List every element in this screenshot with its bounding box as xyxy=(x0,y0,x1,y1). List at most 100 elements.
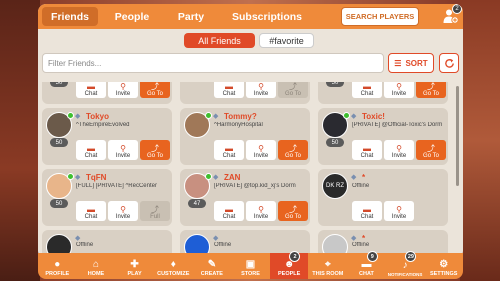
shirt-icon: ♦ xyxy=(170,259,176,270)
goto-button[interactable]: ⤴ Go To xyxy=(278,140,308,160)
goto-icon: ⤴ xyxy=(151,82,159,91)
search-players-button[interactable]: SEARCH PLAYERS xyxy=(341,7,419,26)
nav-notifications[interactable]: ♪ NOTIFICATIONS 29 xyxy=(386,251,425,279)
friend-card-tokyo[interactable]: 50 ◆ Tokyo ^TheEmpireEvolved ▬ Chat ⚲ Invi… xyxy=(42,108,172,165)
goto-icon: ⤴ xyxy=(289,205,297,214)
bell-icon: ♪ xyxy=(402,260,408,271)
refresh-button[interactable] xyxy=(439,53,459,73)
chat-button[interactable]: ▬ Chat xyxy=(76,201,106,221)
goto-icon: ⤴ xyxy=(151,144,159,153)
online-indicator xyxy=(343,112,350,119)
nav-customize[interactable]: ♦ CUSTOMIZE xyxy=(154,253,193,279)
chat-button[interactable]: ▬ Chat xyxy=(352,201,382,221)
chat-icon: ▬ xyxy=(87,82,95,91)
chat-label: Chat xyxy=(84,214,98,220)
goto-button[interactable]: ⤴ Go To xyxy=(416,140,446,160)
nav-profile[interactable]: ● PROFILE xyxy=(38,253,77,279)
chat-button[interactable]: ▬ Chat xyxy=(76,82,106,98)
invite-button[interactable]: ⚲ Invite xyxy=(384,140,414,160)
filter-all-friends[interactable]: All Friends xyxy=(184,33,255,48)
background-left xyxy=(0,0,40,281)
invite-icon: ⚲ xyxy=(120,205,126,214)
goto-label: Full xyxy=(150,214,160,220)
gear-icon: ⚙ xyxy=(439,259,449,270)
nav-label: CHAT xyxy=(359,271,374,277)
friend-card[interactable]: 50 ▬ Chat ⚲ Invite ⤴ Go To xyxy=(42,82,172,104)
goto-button[interactable]: ⤴ Go To xyxy=(278,201,308,221)
nav-this-room[interactable]: ⌖ THIS ROOM xyxy=(308,253,347,279)
chat-button[interactable]: ▬ Chat xyxy=(76,140,106,160)
friend-card-tommy[interactable]: ◆ Tommy? ^HarmonyHospital ▬ Chat ⚲ Invite … xyxy=(180,108,310,165)
player-tag-icon: ◆ xyxy=(351,113,357,120)
friend-card[interactable]: ▬ Chat ⚲ Invite ⤴ Go To xyxy=(180,82,310,104)
friend-status: [FULL] [PRIVATE] ^RecCenter xyxy=(76,183,157,189)
scrollbar[interactable] xyxy=(456,86,459,186)
invite-label: Invite xyxy=(253,153,269,159)
friend-card-zan[interactable]: 47 ◆ ZAN [PRIVATE] @top.kid_xj's Dorm ▬ C… xyxy=(180,169,310,226)
tab-people[interactable]: People xyxy=(106,7,158,26)
invite-icon: ⚲ xyxy=(120,82,126,91)
invite-button[interactable]: ⚲ Invite xyxy=(384,82,414,98)
chat-button[interactable]: ▬ Chat xyxy=(214,201,244,221)
friends-panel: Friends People Party Subscriptions SEARC… xyxy=(38,4,463,259)
chat-button[interactable]: ▬ Chat xyxy=(352,82,382,98)
friend-status: ^HarmonyHospital xyxy=(214,122,263,128)
invite-icon: ⚲ xyxy=(396,144,402,153)
friend-status: Offline xyxy=(214,242,232,248)
add-friend-button[interactable]: 2 xyxy=(441,4,462,26)
filter-friends-input[interactable] xyxy=(42,53,384,73)
nav-label: STORE xyxy=(241,271,260,277)
background-right xyxy=(460,0,500,281)
player-tag-icon: ◆ xyxy=(75,235,81,242)
people-badge: 2 xyxy=(289,251,301,262)
invite-button[interactable]: ⚲ Invite xyxy=(384,201,414,221)
friend-card-toxic[interactable]: 50 ◆ Toxic! [PRIVATE] @Official-Toxic's … xyxy=(318,108,448,165)
friend-card-offline[interactable]: DK RZ ◆ * Offline ▬ Chat ⚲ Invite xyxy=(318,169,448,226)
goto-button-disabled: ⤴ Go To xyxy=(278,82,308,98)
goto-button[interactable]: ⤴ Go To xyxy=(140,82,170,98)
invite-label: Invite xyxy=(115,214,131,220)
filter-favorite[interactable]: #favorite xyxy=(259,33,314,48)
home-icon: ⌂ xyxy=(92,259,99,270)
gamepad-icon: ✚ xyxy=(130,259,139,270)
nav-chat[interactable]: ▬ CHAT 9 xyxy=(347,251,386,279)
chat-icon: ▬ xyxy=(87,205,95,214)
friend-card[interactable]: 50 ▬ Chat ⚲ Invite ⤴ Go To xyxy=(318,82,448,104)
invite-button[interactable]: ⚲ Invite xyxy=(108,82,138,98)
chat-label: Chat xyxy=(84,91,98,97)
friend-status: [PRIVATE] @top.kid_xj's Dorm xyxy=(214,183,296,189)
invite-button[interactable]: ⚲ Invite xyxy=(108,201,138,221)
online-indicator xyxy=(67,173,74,180)
tab-subscriptions[interactable]: Subscriptions xyxy=(224,7,310,26)
goto-button[interactable]: ⤴ Go To xyxy=(140,140,170,160)
friend-name: Tokyo xyxy=(86,112,109,121)
goto-label: Go To xyxy=(147,91,163,97)
nav-store[interactable]: ▣ STORE xyxy=(231,253,270,279)
sort-label: SORT xyxy=(405,58,428,68)
notifications-badge: 29 xyxy=(405,251,417,262)
invite-icon: ⚲ xyxy=(120,144,126,153)
nav-settings[interactable]: ⚙ SETTINGS xyxy=(424,253,463,279)
sort-icon: ☰ xyxy=(394,58,402,68)
invite-button[interactable]: ⚲ Invite xyxy=(246,82,276,98)
invite-button[interactable]: ⚲ Invite xyxy=(246,201,276,221)
friend-card-tqfn[interactable]: 50 ◆ TqFN [FULL] [PRIVATE] ^RecCenter ▬ C… xyxy=(42,169,172,226)
chat-button[interactable]: ▬ Chat xyxy=(352,140,382,160)
invite-button[interactable]: ⚲ Invite xyxy=(246,140,276,160)
chat-button[interactable]: ▬ Chat xyxy=(214,82,244,98)
nav-play[interactable]: ✚ PLAY xyxy=(115,253,154,279)
nav-create[interactable]: ✎ CREATE xyxy=(193,253,232,279)
tab-party[interactable]: Party xyxy=(166,7,216,26)
goto-label: Go To xyxy=(285,214,301,220)
goto-button[interactable]: ⤴ Go To xyxy=(416,82,446,98)
nav-home[interactable]: ⌂ HOME xyxy=(77,253,116,279)
player-tag-icon: ◆ xyxy=(351,235,357,242)
nav-people[interactable]: ☻ PEOPLE 2 xyxy=(269,251,309,279)
invite-button[interactable]: ⚲ Invite xyxy=(108,140,138,160)
chat-button[interactable]: ▬ Chat xyxy=(214,140,244,160)
tab-friends[interactable]: Friends xyxy=(42,7,98,26)
level-badge: 50 xyxy=(326,138,344,147)
chat-badge: 9 xyxy=(366,251,378,262)
room-icon: ⌖ xyxy=(324,259,331,270)
sort-button[interactable]: ☰ SORT xyxy=(388,53,434,73)
